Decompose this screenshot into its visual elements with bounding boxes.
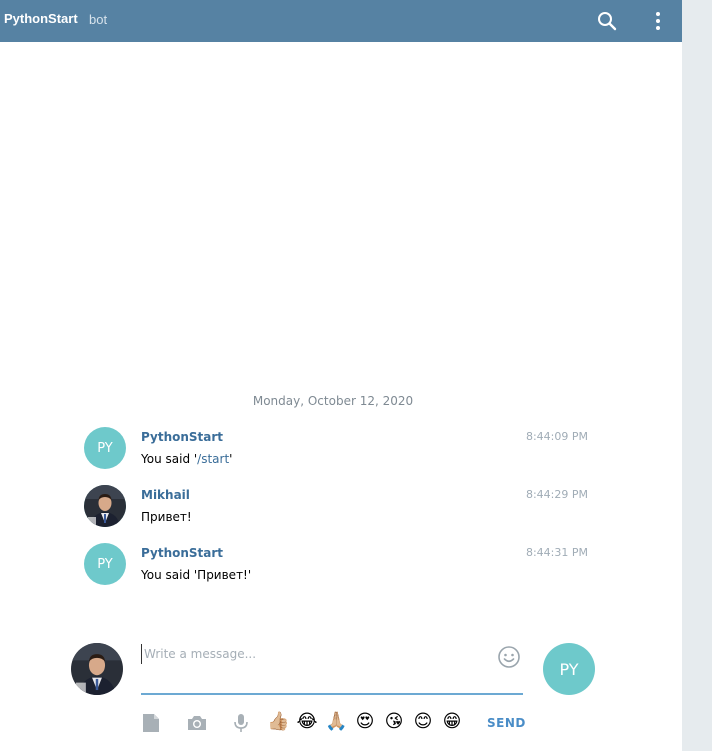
message-time: 8:44:31 PM [525, 546, 588, 559]
bot-command-link[interactable]: /start [197, 452, 229, 466]
emoji-grinning[interactable]: 😁 [441, 711, 463, 733]
date-separator: Monday, October 12, 2020 [252, 394, 414, 408]
message-author[interactable]: PythonStart [141, 430, 223, 444]
microphone-icon[interactable] [230, 712, 252, 734]
message-input-container [141, 640, 523, 695]
my-avatar[interactable] [71, 643, 123, 695]
scrollbar-area[interactable] [682, 0, 712, 751]
user-avatar[interactable] [84, 485, 126, 527]
file-attach-icon[interactable] [140, 712, 162, 734]
message-text-suffix: ' [229, 452, 233, 466]
chat-header: PythonStart bot [0, 0, 682, 42]
chat-title[interactable]: PythonStart [4, 11, 78, 26]
send-button[interactable]: SEND [487, 716, 526, 730]
bot-avatar[interactable]: PY [84, 427, 126, 469]
emoji-heart-eyes[interactable]: 😍 [354, 711, 376, 733]
message-text: Привет! [141, 510, 192, 524]
message-text: You said 'Привет!' [141, 568, 252, 582]
emoji-tears-of-joy[interactable]: 😂 [296, 711, 318, 733]
camera-icon[interactable] [186, 712, 208, 734]
emoji-picker-icon[interactable] [497, 645, 521, 669]
message-time: 8:44:29 PM [525, 488, 588, 501]
message-author[interactable]: PythonStart [141, 546, 223, 560]
message-time: 8:44:09 PM [525, 430, 588, 443]
message-text: You said '/start' [141, 452, 232, 466]
emoji-folded-hands[interactable]: 🙏🏼 [325, 711, 347, 733]
chat-subtitle: bot [89, 12, 108, 27]
emoji-smiling[interactable]: 😊 [412, 711, 434, 733]
message-input[interactable] [141, 644, 491, 664]
search-icon[interactable] [595, 9, 619, 33]
message-item: PY PythonStart 8:44:09 PM You said '/sta… [84, 427, 594, 473]
emoji-blowing-kiss[interactable]: 😘 [383, 711, 405, 733]
bot-avatar[interactable]: PY [84, 543, 126, 585]
message-item: PY PythonStart 8:44:31 PM You said 'Прив… [84, 543, 594, 589]
message-author[interactable]: Mikhail [141, 488, 190, 502]
chat-panel: PythonStart bot Monday, October 12, 2020… [0, 0, 682, 751]
message-item: Mikhail 8:44:29 PM Привет! [84, 485, 594, 531]
bot-avatar[interactable]: PY [543, 643, 595, 695]
more-vert-icon[interactable] [646, 9, 670, 33]
message-text-prefix: You said ' [141, 452, 198, 466]
emoji-thumbs-up[interactable]: 👍🏼 [267, 711, 289, 733]
